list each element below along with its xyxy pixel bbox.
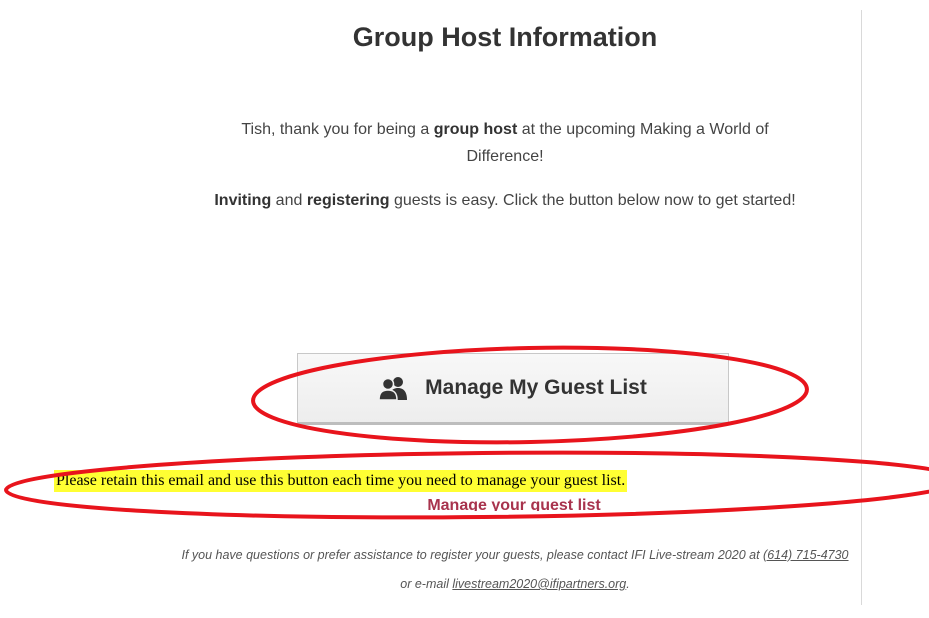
manage-guest-list-label: Manage My Guest List [425, 376, 647, 399]
manage-guest-list-button[interactable]: Manage My Guest List [297, 353, 729, 425]
footer-contact-text: If you have questions or prefer assistan… [175, 541, 855, 599]
page-title: Group Host Information [352, 22, 658, 52]
intro-instructions-post: guests is easy. Click the button below n… [389, 192, 796, 209]
footer-text-mid: or e-mail [400, 577, 453, 591]
vertical-divider [861, 10, 862, 605]
phone-link[interactable]: (614) 715-4730 [763, 548, 848, 562]
obscured-manage-link[interactable]: Manage your guest list [300, 497, 728, 511]
highlighted-annotation-note: Please retain this email and use this bu… [54, 470, 628, 492]
email-link[interactable]: livestream2020@ifipartners.org [452, 577, 626, 591]
annotation-ovals [4, 345, 929, 520]
intro-thanks-pre: Tish, thank you for being a [241, 121, 434, 138]
intro-thanks-text: Tish, thank you for being a group host a… [205, 116, 805, 170]
group-users-icon [379, 376, 408, 400]
intro-thanks-bold: group host [433, 121, 518, 138]
intro-registering-bold: registering [306, 192, 390, 209]
intro-instructions-text: Inviting and registering guests is easy.… [205, 187, 805, 214]
footer-text-end: . [626, 577, 630, 591]
intro-and: and [271, 192, 307, 209]
footer-text-pre: If you have questions or prefer assistan… [181, 548, 764, 562]
intro-inviting-bold: Inviting [214, 192, 272, 209]
